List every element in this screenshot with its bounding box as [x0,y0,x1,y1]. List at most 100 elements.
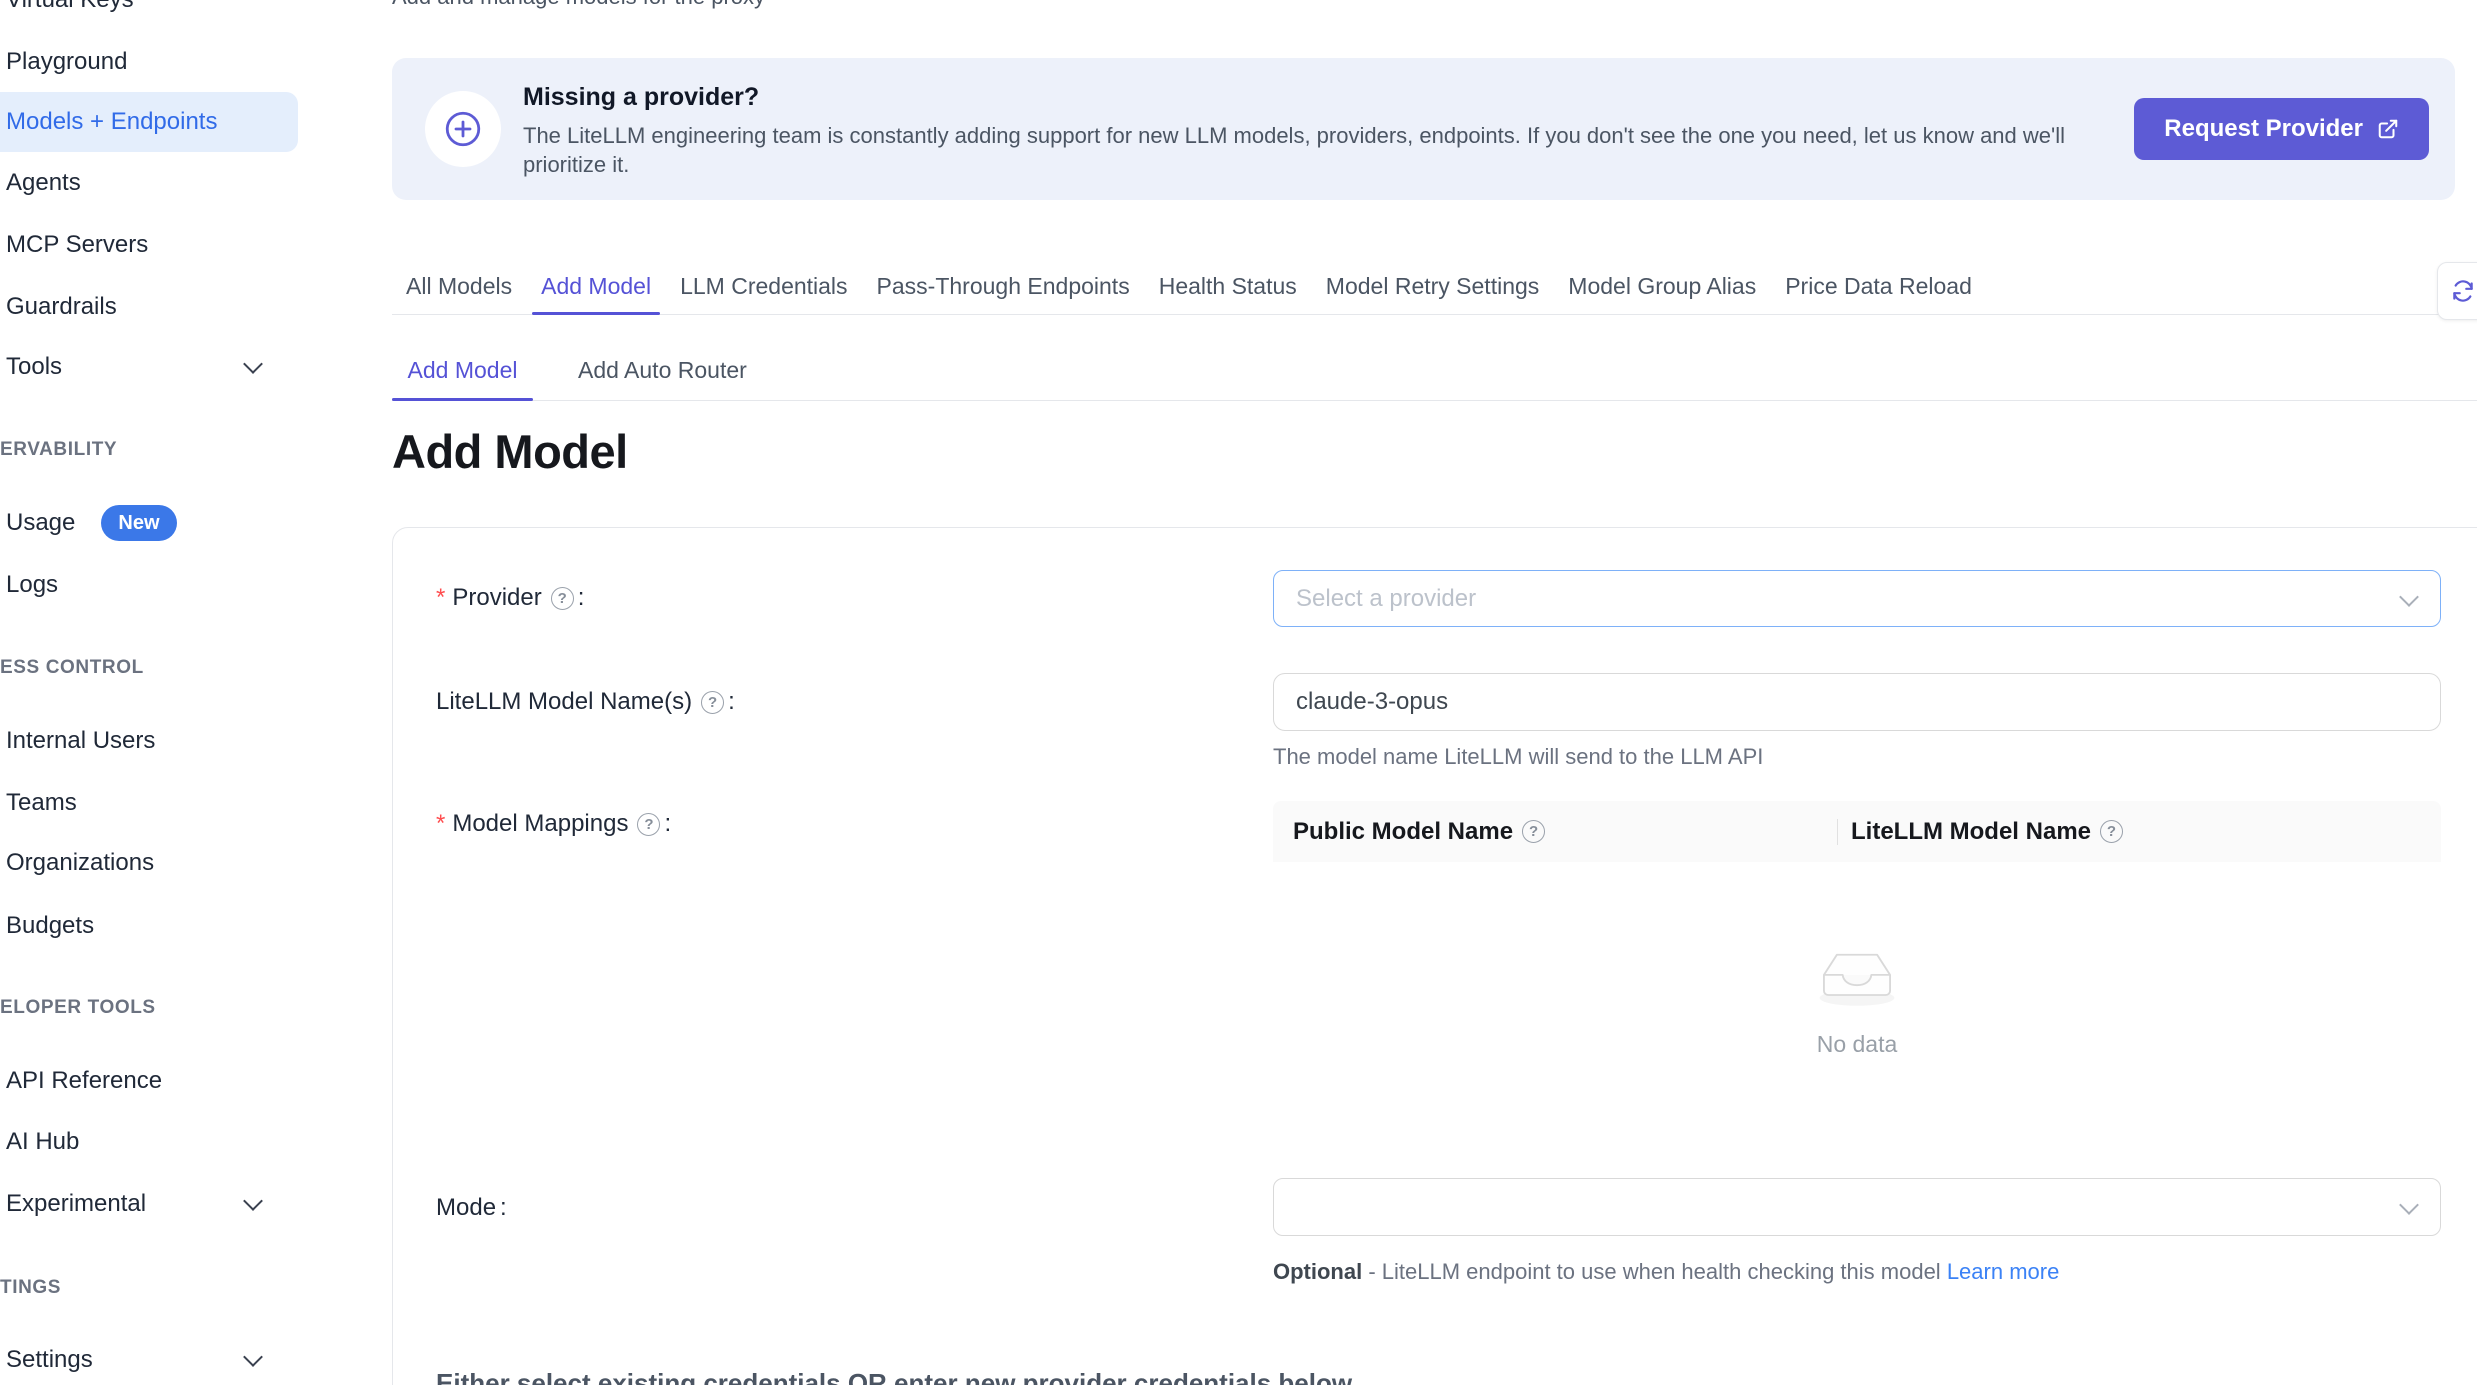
mode-label: Mode : [436,1193,507,1223]
sidebar-item-label: Internal Users [6,727,155,755]
sidebar-item-virtual-keys[interactable]: Virtual Keys [0,0,298,30]
question-circle-icon[interactable]: ? [2100,820,2123,843]
sidebar-item-label: Teams [6,789,77,817]
sidebar-section-access-control: ESS CONTROL [0,648,298,688]
sidebar-section-settings: TINGS [0,1268,298,1308]
mode-helper: Optional - LiteLLM endpoint to use when … [1273,1251,2073,1292]
banner-title: Missing a provider? [523,83,2083,112]
model-name-label: LiteLLM Model Name(s) ? : [436,687,735,717]
sidebar-item-models-endpoints[interactable]: Models + Endpoints [0,92,298,152]
mode-label-text: Mode [436,1194,496,1222]
tab-price-data-reload[interactable]: Price Data Reload [1785,258,1972,314]
mappings-table-header: Public Model Name ? LiteLLM Model Name ? [1273,801,2441,862]
sidebar-item-tools[interactable]: Tools [0,337,298,397]
sidebar-item-budgets[interactable]: Budgets [0,896,298,956]
sidebar-section-label: ELOPER TOOLS [0,997,156,1019]
colon: : [500,1194,507,1222]
request-provider-button[interactable]: Request Provider [2134,98,2429,160]
model-name-input[interactable]: claude-3-opus [1273,673,2441,731]
sidebar-section-label: TINGS [0,1277,61,1299]
model-name-label-text: LiteLLM Model Name(s) [436,688,692,716]
sidebar-item-label: Guardrails [6,293,117,321]
column-header-public-model-name: Public Model Name ? [1273,818,1837,846]
select-chevron-icon [2399,1195,2419,1215]
question-circle-icon[interactable]: ? [551,587,574,610]
new-badge: New [101,505,176,541]
colon: : [728,688,735,716]
sidebar-item-label: AI Hub [6,1128,79,1156]
sidebar-item-label: API Reference [6,1067,162,1095]
chevron-down-icon [243,1347,263,1367]
tab-model-group-alias[interactable]: Model Group Alias [1568,258,1756,314]
sidebar-item-label: Usage [6,509,75,537]
request-provider-label: Request Provider [2164,115,2363,143]
sidebar-item-label: MCP Servers [6,231,148,259]
question-circle-icon[interactable]: ? [637,813,660,836]
subtab-add-model[interactable]: Add Model [392,340,533,400]
mode-select[interactable] [1273,1178,2441,1236]
sidebar-item-label: Playground [6,48,127,76]
mappings-empty-state: No data [1273,936,2441,1058]
refresh-icon [2450,278,2476,304]
mode-helper-text: - LiteLLM endpoint to use when health ch… [1362,1259,1947,1284]
page-subtitle: Add and manage models for the proxy [392,0,765,10]
app-window: Virtual Keys Playground Models + Endpoin… [0,0,2477,1385]
chevron-down-icon [243,1191,263,1211]
sidebar-item-internal-users[interactable]: Internal Users [0,711,298,771]
colon: : [664,810,671,838]
tab-add-model[interactable]: Add Model [541,258,651,314]
sidebar-item-label: Organizations [6,849,154,877]
external-link-icon [2377,118,2399,140]
tab-model-retry-settings[interactable]: Model Retry Settings [1326,258,1539,314]
sidebar-item-label: Experimental [6,1190,146,1218]
sidebar-item-usage[interactable]: Usage New [0,493,298,553]
model-mappings-label-text: Model Mappings [452,810,628,838]
question-circle-icon[interactable]: ? [701,691,724,714]
sidebar-item-label: Tools [6,353,62,381]
sidebar-item-teams[interactable]: Teams [0,773,298,833]
column-header-label: LiteLLM Model Name [1851,818,2091,846]
sidebar-item-label: Agents [6,169,81,197]
sidebar-section-label: ESS CONTROL [0,657,144,679]
required-mark: * [436,584,445,612]
subtab-add-auto-router[interactable]: Add Auto Router [578,340,747,400]
tab-llm-credentials[interactable]: LLM Credentials [680,258,847,314]
sidebar-item-guardrails[interactable]: Guardrails [0,277,298,337]
sidebar-item-api-reference[interactable]: API Reference [0,1051,298,1111]
learn-more-link[interactable]: Learn more [1947,1259,2060,1284]
main-content: Add and manage models for the proxy Miss… [392,0,2477,1385]
sidebar-item-settings[interactable]: Settings [0,1330,298,1385]
sidebar-item-label: Settings [6,1346,93,1374]
tab-pass-through-endpoints[interactable]: Pass-Through Endpoints [877,258,1130,314]
refresh-button[interactable] [2437,262,2477,320]
sidebar-item-label: Models + Endpoints [6,108,217,136]
banner-texts: Missing a provider? The LiteLLM engineer… [523,83,2083,179]
question-circle-icon[interactable]: ? [1522,820,1545,843]
tab-health-status[interactable]: Health Status [1159,258,1297,314]
models-tab-bar: All Models Add Model LLM Credentials Pas… [392,258,2477,315]
sidebar-section-observability: ERVABILITY [0,430,298,470]
provider-select[interactable]: Select a provider [1273,570,2441,627]
no-data-text: No data [1273,1031,2441,1058]
chevron-down-icon [243,354,263,374]
model-mappings-label: * Model Mappings ? : [436,809,671,839]
column-header-litellm-model-name: LiteLLM Model Name ? [1837,818,2441,846]
sidebar-item-experimental[interactable]: Experimental [0,1174,298,1234]
missing-provider-banner: Missing a provider? The LiteLLM engineer… [392,58,2455,200]
sidebar-item-organizations[interactable]: Organizations [0,833,298,893]
tab-all-models[interactable]: All Models [406,258,512,314]
sidebar-item-playground[interactable]: Playground [0,32,298,92]
model-name-value: claude-3-opus [1296,688,1448,716]
sidebar-item-logs[interactable]: Logs [0,555,298,615]
sidebar-item-ai-hub[interactable]: AI Hub [0,1112,298,1172]
select-chevron-icon [2399,587,2419,607]
sidebar-section-developer-tools: ELOPER TOOLS [0,988,298,1028]
provider-placeholder: Select a provider [1296,585,1476,613]
provider-label: * Provider ? : [436,583,584,613]
sidebar-section-label: ERVABILITY [0,439,117,461]
sidebar-item-mcp-servers[interactable]: MCP Servers [0,215,298,275]
sidebar-item-agents[interactable]: Agents [0,153,298,213]
column-header-label: Public Model Name [1293,818,1513,846]
sidebar-item-label: Virtual Keys [6,0,134,14]
sidebar-item-label: Budgets [6,912,94,940]
